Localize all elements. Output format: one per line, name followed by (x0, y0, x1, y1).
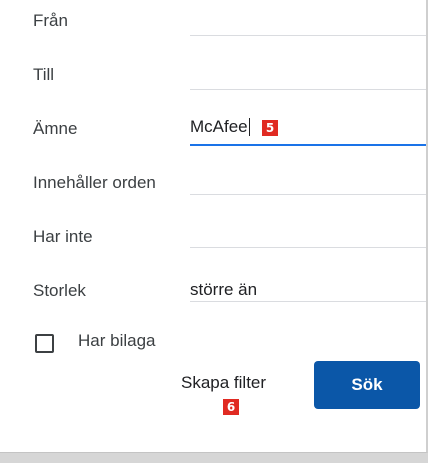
size-operator-select[interactable]: större än (190, 273, 426, 302)
has-words-label: Innehåller orden (33, 173, 156, 192)
text-cursor (248, 118, 250, 136)
doesnt-have-label: Har inte (33, 227, 93, 246)
subject-field[interactable]: McAfee (190, 116, 426, 146)
to-label: Till (33, 65, 55, 84)
from-label: Från (33, 11, 68, 30)
size-operator-value: större än (190, 280, 258, 299)
to-field[interactable] (190, 61, 426, 90)
create-filter-button[interactable]: Skapa filter (181, 373, 266, 393)
has-attachment-checkbox[interactable] (35, 334, 54, 353)
from-field[interactable] (190, 7, 426, 36)
annotation-badge-6: 6 (223, 399, 239, 415)
size-label: Storlek (33, 281, 86, 300)
doesnt-have-field[interactable] (190, 219, 426, 248)
subject-label: Ämne (33, 119, 78, 138)
annotation-badge-5: 5 (262, 120, 278, 136)
has-attachment-label: Har bilaga (78, 331, 156, 350)
search-options-panel: Från Till Ämne McAfee 5 Innehåller orden… (0, 0, 428, 453)
search-button[interactable]: Sök (314, 361, 420, 409)
subject-value: McAfee (190, 117, 248, 136)
has-words-field[interactable] (190, 166, 426, 195)
